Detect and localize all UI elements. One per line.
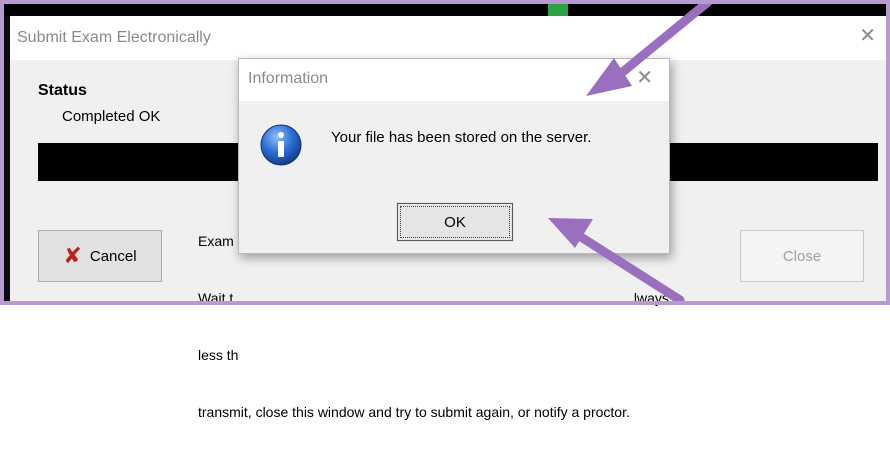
message-line: transmit, close this window and try to s… [198,404,630,420]
dialog-close-icon[interactable]: ✕ [636,68,653,88]
ok-focus-ring [400,206,510,238]
dialog-titlebar: Information ✕ [239,59,669,101]
status-value: Completed OK [62,108,161,125]
dialog-message: Your file has been stored on the server. [331,129,592,146]
main-close-icon[interactable]: ✕ [859,26,876,46]
close-button-label: Close [782,247,822,265]
cancel-button[interactable]: ✘ Cancel [38,230,162,282]
status-heading: Status [38,82,87,99]
message-line: Wait t lways [198,290,669,306]
info-icon [260,124,302,166]
dialog-title: Information [248,70,329,87]
main-titlebar: Submit Exam Electronically ✕ [10,16,886,60]
main-window-title: Submit Exam Electronically [17,29,211,46]
close-button[interactable]: Close [740,230,864,282]
cancel-x-icon: ✘ [63,243,82,268]
ok-button[interactable]: OK [396,202,514,242]
cancel-button-label: Cancel [89,247,137,265]
information-dialog: Information ✕ Your file has been stored … [238,58,670,254]
message-line: less th [198,347,239,363]
